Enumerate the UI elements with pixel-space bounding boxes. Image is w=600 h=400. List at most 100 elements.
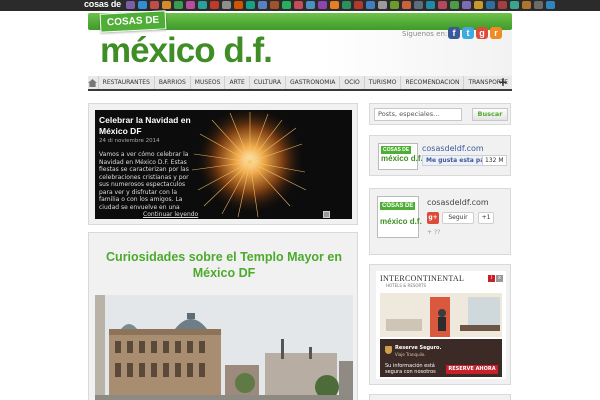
- network-site-icon[interactable]: [474, 1, 483, 9]
- googleplus-widget: COSAS DE méxico d.f. cosasdeldf.com g+ S…: [369, 188, 511, 255]
- network-site-icon[interactable]: [366, 1, 375, 9]
- network-site-icon[interactable]: [282, 1, 291, 9]
- ad-close-icon[interactable]: x: [496, 275, 503, 282]
- nav-item-museos[interactable]: MUSEOS: [189, 76, 225, 89]
- nav-more-button[interactable]: +: [498, 76, 508, 89]
- article-photo[interactable]: [95, 295, 353, 400]
- featured-excerpt: Vamos a ver cómo celebrar la Navidad en …: [99, 151, 189, 211]
- nav-item-arte[interactable]: ARTE: [224, 76, 248, 89]
- site-logo[interactable]: méxico d.f.: [100, 32, 273, 70]
- nav-item-turismo[interactable]: TURISMO: [363, 76, 401, 89]
- nav-item-recomendacion[interactable]: RECOMENDACION: [400, 76, 463, 89]
- search-panel: Posts, especiales... Buscar: [369, 103, 511, 125]
- network-site-icon[interactable]: [186, 1, 195, 9]
- social-links: f t g r: [448, 27, 502, 39]
- home-icon[interactable]: [88, 76, 98, 89]
- featured-read-more-link[interactable]: Continuar leyendo: [143, 211, 198, 218]
- ad-reserve-sub: Viaje Tranquilo.: [395, 352, 426, 357]
- fireworks-image: [191, 110, 307, 218]
- featured-title[interactable]: Celebrar la Navidad en México DF: [99, 115, 197, 137]
- google-plus-icon[interactable]: g: [476, 27, 488, 39]
- ad-info-icon[interactable]: i: [488, 275, 495, 282]
- network-site-icon[interactable]: [210, 1, 219, 9]
- network-site-icon[interactable]: [486, 1, 495, 9]
- facebook-page-logo[interactable]: COSAS DE méxico d.f.: [378, 143, 423, 170]
- network-site-icon[interactable]: [438, 1, 447, 9]
- googleplus-page-logo[interactable]: COSAS DE méxico d.f.: [377, 196, 422, 238]
- search-input[interactable]: Posts, especiales...: [374, 108, 462, 121]
- featured-slide[interactable]: Celebrar la Navidad en México DF 24 di n…: [95, 110, 352, 219]
- follow-label: Síguenos en:: [402, 30, 448, 38]
- building-image: [95, 295, 353, 400]
- network-site-icon[interactable]: [150, 1, 159, 9]
- ad-choices[interactable]: i x: [488, 275, 503, 282]
- nav-item-gastronomia[interactable]: GASTRONOMIA: [284, 76, 339, 89]
- ad-brand-sub: HOTELS & RESORTS: [386, 283, 427, 288]
- ad-reserve-button[interactable]: RESERVE AHORA: [446, 365, 498, 374]
- facebook-widget: COSAS DE méxico d.f. cosasdeldf.com Me g…: [369, 135, 511, 176]
- network-site-icon[interactable]: [414, 1, 423, 9]
- featured-date: 24 di noviembre 2014: [99, 138, 160, 144]
- article-headline[interactable]: Curiosidades sobre el Templo Mayor en Mé…: [97, 249, 351, 281]
- hotel-ad[interactable]: INTERCONTINENTAL HOTELS & RESORTS i x Re…: [376, 271, 506, 379]
- slider-pager-dot[interactable]: [323, 211, 330, 218]
- rss-icon[interactable]: r: [490, 27, 502, 39]
- network-site-icon[interactable]: [198, 1, 207, 9]
- network-site-icon[interactable]: [510, 1, 519, 9]
- ad-panel: INTERCONTINENTAL HOTELS & RESORTS i x Re…: [369, 264, 511, 385]
- network-site-icon[interactable]: [234, 1, 243, 9]
- network-site-icon[interactable]: [318, 1, 327, 9]
- facebook-like-count: 132 M: [482, 155, 507, 166]
- network-site-icon[interactable]: [546, 1, 555, 9]
- twitter-icon[interactable]: t: [462, 27, 474, 39]
- network-site-icon[interactable]: [162, 1, 171, 9]
- network-site-icon[interactable]: [534, 1, 543, 9]
- nav-item-barrios[interactable]: BARRIOS: [153, 76, 190, 89]
- googleplus-follow-button[interactable]: Seguir: [442, 212, 474, 224]
- nav-item-ocio[interactable]: OCIO: [339, 76, 363, 89]
- nav-item-restaurantes[interactable]: RESTAURANTES: [97, 76, 154, 89]
- network-site-icon[interactable]: [498, 1, 507, 9]
- ad-room-image: [380, 293, 502, 337]
- network-site-icon[interactable]: [294, 1, 303, 9]
- ad-brand: INTERCONTINENTAL: [380, 274, 465, 283]
- googleplus-plusone-button[interactable]: +1: [478, 212, 494, 224]
- network-site-icon[interactable]: [270, 1, 279, 9]
- facebook-page-name[interactable]: cosasdeldf.com: [422, 144, 484, 153]
- googleplus-followers: + ??: [427, 229, 441, 236]
- mini-logo-text: méxico d.f.: [381, 154, 423, 163]
- ad-reserve-title: Reserve Seguro.: [395, 345, 442, 351]
- network-site-icon[interactable]: [306, 1, 315, 9]
- network-site-icon[interactable]: [522, 1, 531, 9]
- network-bar: cosas de: [0, 0, 600, 11]
- mini-logo-text: méxico d.f.: [380, 217, 422, 226]
- googleplus-page-name[interactable]: cosasdeldf.com: [427, 198, 489, 207]
- featured-panel: Celebrar la Navidad en México DF 24 di n…: [88, 103, 358, 225]
- network-site-icon[interactable]: [330, 1, 339, 9]
- network-site-icon[interactable]: [126, 1, 135, 9]
- network-site-icon[interactable]: [342, 1, 351, 9]
- network-site-icon[interactable]: [402, 1, 411, 9]
- network-site-icon[interactable]: [426, 1, 435, 9]
- network-site-icon[interactable]: [246, 1, 255, 9]
- network-logo[interactable]: cosas de: [84, 0, 121, 9]
- network-site-icon[interactable]: [378, 1, 387, 9]
- network-site-icon[interactable]: [390, 1, 399, 9]
- mini-logo-tag: COSAS DE: [380, 202, 416, 210]
- network-site-icons: [126, 1, 555, 9]
- site-logo-tag[interactable]: COSAS DE: [99, 10, 167, 33]
- search-button[interactable]: Buscar: [472, 108, 508, 121]
- network-site-icon[interactable]: [450, 1, 459, 9]
- network-site-icon[interactable]: [222, 1, 231, 9]
- shield-icon: [385, 346, 392, 354]
- network-site-icon[interactable]: [462, 1, 471, 9]
- nav-item-cultura[interactable]: CULTURA: [248, 76, 285, 89]
- facebook-icon[interactable]: f: [448, 27, 460, 39]
- site-header: méxico d.f. COSAS DE Síguenos en: f t g …: [88, 10, 512, 78]
- network-site-icon[interactable]: [174, 1, 183, 9]
- google-plus-icon[interactable]: g+: [427, 212, 439, 224]
- article-card: Curiosidades sobre el Templo Mayor en Mé…: [88, 232, 358, 400]
- network-site-icon[interactable]: [138, 1, 147, 9]
- network-site-icon[interactable]: [354, 1, 363, 9]
- network-site-icon[interactable]: [258, 1, 267, 9]
